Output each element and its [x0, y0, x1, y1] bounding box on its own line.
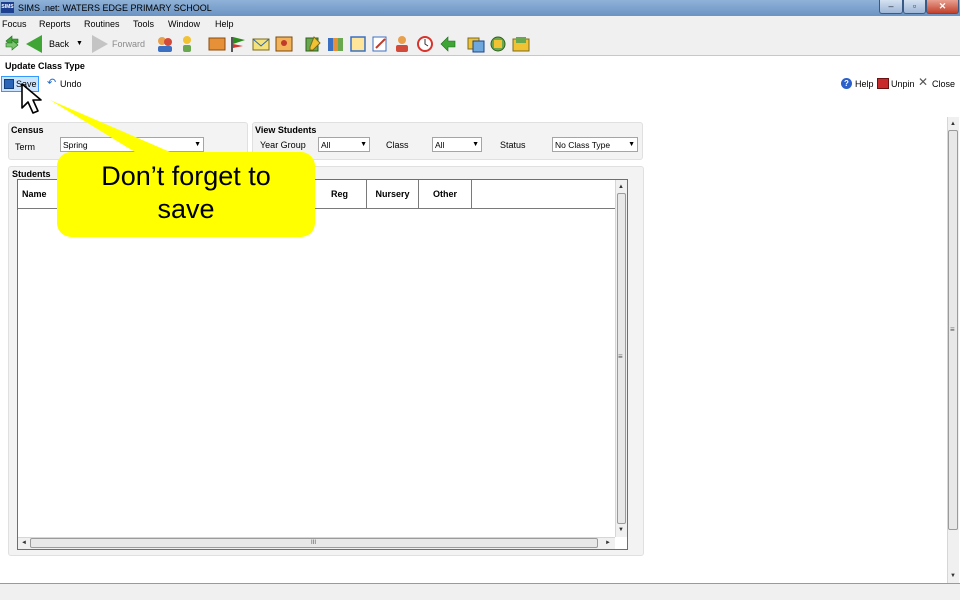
term-value: Spring [63, 140, 88, 150]
help-label: Help [855, 79, 874, 89]
menu-help[interactable]: Help [215, 18, 234, 30]
menu-window[interactable]: Window [168, 18, 200, 30]
refresh-icon[interactable] [489, 35, 507, 53]
class-label: Class [386, 140, 409, 150]
flag-icon[interactable] [229, 35, 247, 53]
class-value: All [435, 140, 445, 150]
back-dropdown-icon[interactable]: ▼ [76, 38, 83, 50]
column-header-reg[interactable]: Reg [327, 180, 367, 209]
unpin-button[interactable]: Unpin [891, 78, 915, 90]
window-close-button[interactable]: ✕ [926, 0, 959, 14]
maximize-button[interactable]: ▫ [903, 0, 926, 14]
column-header-nursery[interactable]: Nursery [367, 180, 419, 209]
pencil-book-icon[interactable] [304, 35, 322, 53]
notes-icon[interactable] [371, 35, 389, 53]
folder-icon[interactable] [512, 35, 530, 53]
unpin-icon[interactable] [877, 78, 889, 89]
help-icon: ? [841, 78, 852, 89]
books-icon[interactable] [327, 35, 345, 53]
term-label: Term [15, 142, 35, 152]
panel-scroll-down-icon[interactable]: ▼ [950, 572, 956, 580]
scroll-grip-icon: ≡ [618, 352, 623, 361]
class-select[interactable]: All ▼ [432, 137, 482, 152]
forward-button: Forward [112, 39, 146, 49]
scroll-left-icon[interactable]: ◄ [21, 539, 27, 547]
chevron-down-icon: ▼ [472, 141, 479, 148]
forward-arrow-icon [92, 35, 108, 53]
people-icon[interactable] [156, 35, 174, 53]
menu-reports[interactable]: Reports [39, 18, 71, 30]
callout-text: Don’t forget to save [57, 160, 315, 226]
column-header-filler [472, 180, 615, 209]
scroll-grip-horizontal-icon: III [311, 540, 317, 546]
chevron-down-icon: ▼ [360, 141, 367, 148]
book-icon[interactable] [208, 35, 226, 53]
status-value: No Class Type [555, 140, 611, 150]
panel-scroll-up-icon[interactable]: ▲ [950, 120, 956, 128]
menu-routines[interactable]: Routines [84, 18, 120, 30]
back-arrow-icon[interactable] [26, 35, 42, 53]
census-title: Census [11, 125, 44, 135]
status-bar [0, 583, 960, 600]
minimize-button[interactable]: – [879, 0, 903, 14]
students-icon[interactable] [393, 35, 411, 53]
back-button[interactable]: Back [49, 38, 69, 50]
scroll-up-icon[interactable]: ▲ [618, 183, 624, 191]
undo-button[interactable]: Undo [60, 78, 82, 90]
sims-logo-icon: SIMS [1, 2, 14, 13]
close-icon[interactable]: ✕ [918, 76, 928, 89]
scroll-right-icon[interactable]: ► [605, 539, 611, 547]
column-header-other[interactable]: Other [419, 180, 472, 209]
notebook-icon[interactable] [349, 35, 367, 53]
year-group-select[interactable]: All ▼ [318, 137, 370, 152]
clock-icon[interactable] [416, 35, 434, 53]
menu-focus[interactable]: Focus [2, 18, 27, 30]
chevron-down-icon: ▼ [628, 141, 635, 148]
view-students-title: View Students [255, 125, 317, 135]
navigate-arrows-icon[interactable] [4, 35, 20, 51]
window-title: SIMS .net: WATERS EDGE PRIMARY SCHOOL [18, 3, 212, 13]
panel-scroll-grip-icon: ≡ [950, 325, 955, 334]
year-group-value: All [321, 140, 331, 150]
envelope-icon[interactable] [252, 35, 270, 53]
copy-icon[interactable] [467, 35, 485, 53]
scroll-down-icon[interactable]: ▼ [618, 526, 624, 534]
menu-tools[interactable]: Tools [133, 18, 154, 30]
term-select[interactable]: Spring ▼ [60, 137, 204, 152]
arrows-icon[interactable] [439, 35, 457, 53]
save-icon [4, 79, 14, 89]
chevron-down-icon: ▼ [194, 141, 201, 148]
status-label: Status [500, 140, 526, 150]
callout-line-2: save [157, 194, 215, 224]
year-group-label: Year Group [260, 140, 306, 150]
person-icon[interactable] [180, 35, 194, 53]
close-button[interactable]: Close [932, 78, 955, 90]
pointer-cursor-icon [21, 83, 42, 114]
user-card-icon[interactable] [275, 35, 293, 53]
page-title: Update Class Type [5, 61, 85, 71]
callout-line-1: Don’t forget to [101, 161, 271, 191]
status-select[interactable]: No Class Type ▼ [552, 137, 638, 152]
